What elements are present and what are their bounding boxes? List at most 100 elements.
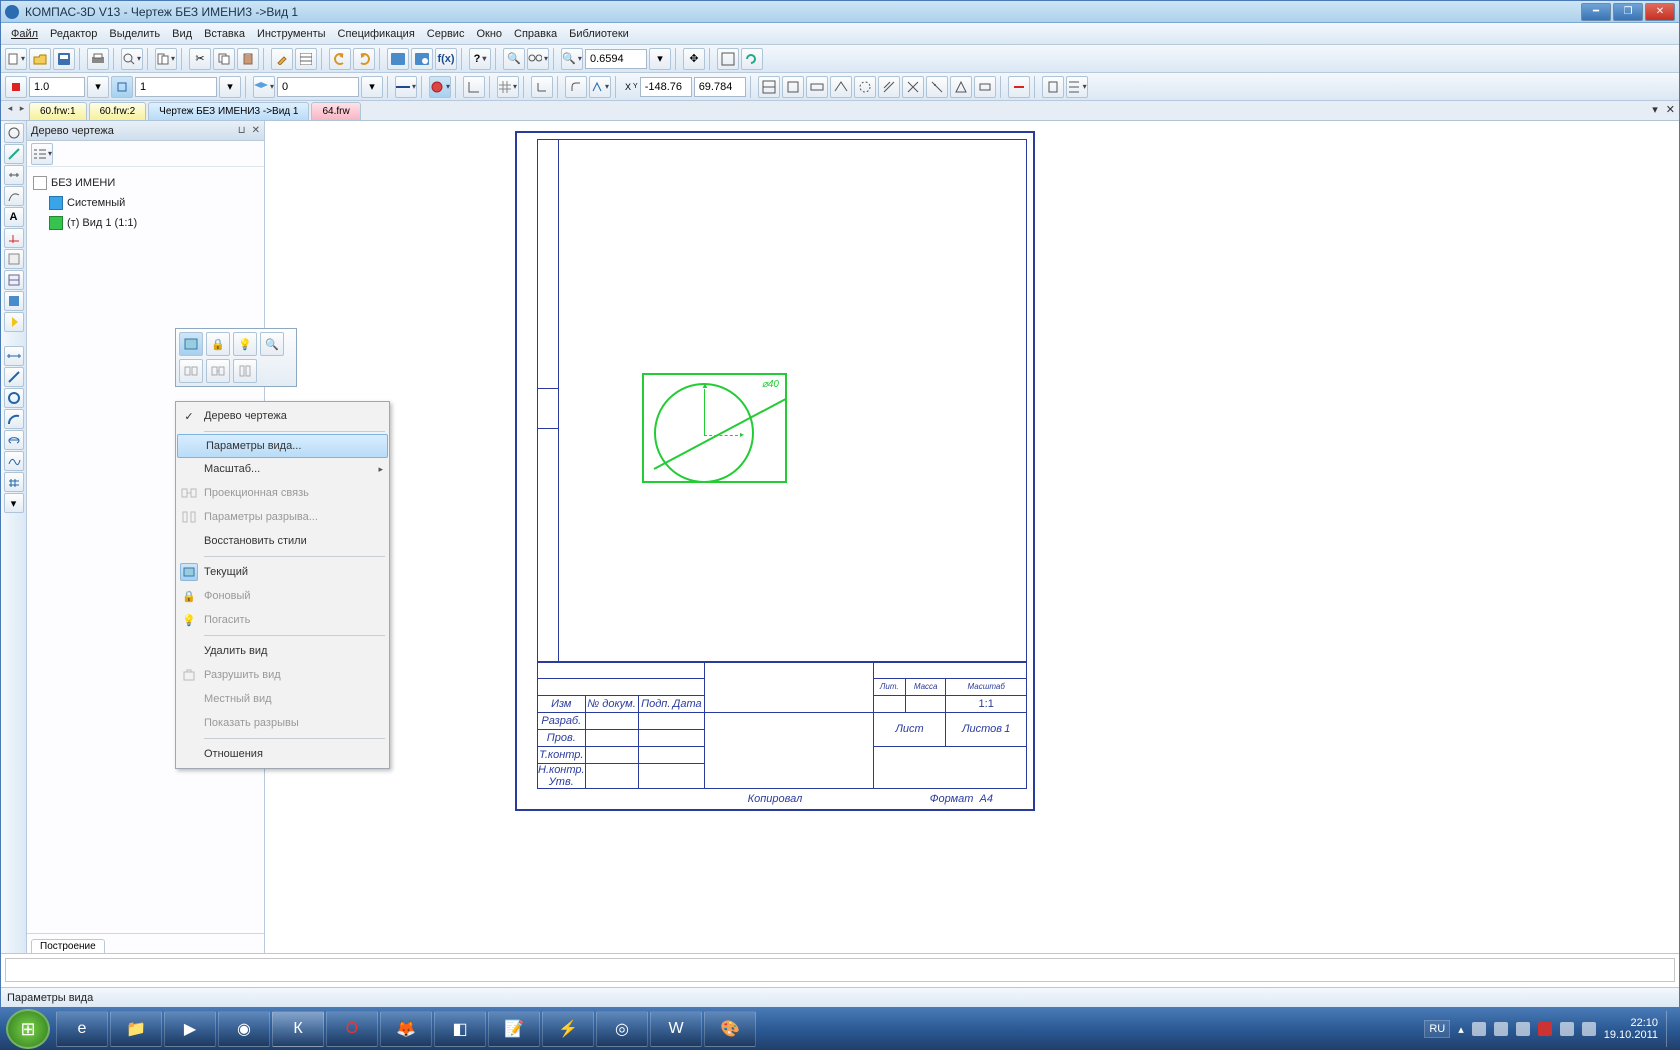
zoom-fit-button[interactable]: 🔍 (561, 48, 583, 70)
layer-button[interactable] (253, 76, 275, 98)
menu-spec[interactable]: Спецификация (332, 26, 421, 42)
menu-file[interactable]: Файл (5, 26, 44, 42)
ctx-show-breaks[interactable]: Показать разрывы (176, 711, 389, 735)
step-input[interactable] (135, 77, 217, 97)
properties-button[interactable] (295, 48, 317, 70)
tray-icon-2[interactable] (1494, 1022, 1508, 1036)
line-tool[interactable] (4, 367, 24, 387)
task-explorer[interactable]: 📁 (110, 1011, 162, 1047)
ctx-view-params[interactable]: Параметры вида... (177, 434, 388, 458)
line-style-button[interactable] (395, 76, 417, 98)
doc-tab-0[interactable]: 60.frw:1 (29, 102, 87, 120)
task-paint[interactable]: 🎨 (704, 1011, 756, 1047)
ortho-button[interactable] (463, 76, 485, 98)
task-app3[interactable]: ◎ (596, 1011, 648, 1047)
zoom-window-button[interactable]: 🔍 (503, 48, 525, 70)
constraint-9[interactable] (950, 76, 972, 98)
tray-up[interactable]: ▴ (1458, 1023, 1464, 1036)
cut-button[interactable]: ✂ (189, 48, 211, 70)
tree-close[interactable]: ✕ (252, 125, 260, 136)
selected-view[interactable]: ⌀40 (642, 373, 787, 483)
menu-window[interactable]: Окно (470, 26, 508, 42)
zoom-dropdown-button[interactable]: ▾ (649, 48, 671, 70)
scale-drop[interactable]: ▾ (87, 76, 109, 98)
float-current[interactable] (179, 332, 203, 356)
ctx-background[interactable]: 🔒Фоновый (176, 584, 389, 608)
tree-footer-tab[interactable]: Построение (31, 939, 105, 953)
doc-tab-1[interactable]: 60.frw:2 (89, 102, 147, 120)
doc-tab-2[interactable]: Чертеж БЕЗ ИМЕНИ3 ->Вид 1 (148, 102, 309, 120)
tree-mode[interactable] (31, 143, 53, 165)
tab-close[interactable]: ✕ (1666, 103, 1675, 116)
manager-button[interactable] (387, 48, 409, 70)
param-tool[interactable] (4, 228, 24, 248)
ctx-relations[interactable]: Отношения (176, 742, 389, 766)
tray-icon-4[interactable] (1538, 1022, 1552, 1036)
tray-icon-1[interactable] (1472, 1022, 1486, 1036)
start-button[interactable]: ⊞ (6, 1009, 50, 1049)
menu-tools[interactable]: Инструменты (251, 26, 332, 42)
menu-help[interactable]: Справка (508, 26, 563, 42)
constraint-5[interactable] (854, 76, 876, 98)
grid-button[interactable] (497, 76, 519, 98)
copy-button[interactable] (213, 48, 235, 70)
float-link[interactable] (179, 359, 203, 383)
ctx-delete-view[interactable]: Удалить вид (176, 639, 389, 663)
constraint-4[interactable] (830, 76, 852, 98)
tree-layer[interactable]: Системный (67, 197, 125, 209)
paste-button[interactable] (237, 48, 259, 70)
task-app1[interactable]: ◧ (434, 1011, 486, 1047)
command-input[interactable] (5, 958, 1675, 982)
ctx-hide[interactable]: 💡Погасить (176, 608, 389, 632)
task-app2[interactable]: ⚡ (542, 1011, 594, 1047)
tab-list[interactable]: ▾ (1652, 103, 1658, 116)
menu-insert[interactable]: Вставка (198, 26, 251, 42)
save-button[interactable] (53, 48, 75, 70)
constraint-13[interactable] (1066, 76, 1088, 98)
measure-tool[interactable] (4, 249, 24, 269)
task-opera[interactable]: O (326, 1011, 378, 1047)
maximize-button[interactable]: ❐ (1613, 3, 1643, 21)
scale-input[interactable] (29, 77, 85, 97)
tab-prev[interactable]: ◂ (5, 103, 15, 117)
grid-tool[interactable] (4, 270, 24, 290)
tray-icon-5[interactable] (1560, 1022, 1574, 1036)
menu-libs[interactable]: Библиотеки (563, 26, 635, 42)
ctx-tree[interactable]: ✓Дерево чертежа (176, 404, 389, 428)
text-tool[interactable] (4, 186, 24, 206)
float-break[interactable] (233, 359, 257, 383)
task-firefox[interactable]: 🦊 (380, 1011, 432, 1047)
redo-button[interactable] (353, 48, 375, 70)
geom-tool[interactable] (4, 123, 24, 143)
point-tool[interactable] (4, 144, 24, 164)
tree-view[interactable]: (т) Вид 1 (1:1) (67, 217, 137, 229)
menu-edit[interactable]: Редактор (44, 26, 103, 42)
task-notes[interactable]: 📝 (488, 1011, 540, 1047)
arc-tool[interactable] (4, 409, 24, 429)
open-button[interactable] (29, 48, 51, 70)
ctx-break-params[interactable]: Параметры разрыва... (176, 505, 389, 529)
task-word[interactable]: W (650, 1011, 702, 1047)
coord-x-input[interactable] (640, 77, 692, 97)
float-lock[interactable]: 🔒 (206, 332, 230, 356)
step-toggle[interactable] (111, 76, 133, 98)
round-button[interactable] (565, 76, 587, 98)
new-button[interactable] (5, 48, 27, 70)
pin-icon[interactable]: ⊔ (238, 125, 246, 136)
constraint-1[interactable] (758, 76, 780, 98)
ctx-restore-styles[interactable]: Восстановить стили (176, 529, 389, 553)
blank-tool[interactable] (4, 312, 24, 332)
coord-y-input[interactable] (694, 77, 746, 97)
close-button[interactable]: ✕ (1645, 3, 1675, 21)
ctx-local-view[interactable]: Местный вид (176, 687, 389, 711)
menu-service[interactable]: Сервис (421, 26, 471, 42)
constraint-3[interactable] (806, 76, 828, 98)
dim-h-tool[interactable] (4, 346, 24, 366)
step-drop[interactable]: ▾ (219, 76, 241, 98)
stop-button[interactable] (5, 76, 27, 98)
constraint-7[interactable] (902, 76, 924, 98)
fill-tool[interactable] (4, 291, 24, 311)
ctx-destroy-view[interactable]: Разрушить вид (176, 663, 389, 687)
spline-tool[interactable] (4, 451, 24, 471)
tray-icon-3[interactable] (1516, 1022, 1530, 1036)
